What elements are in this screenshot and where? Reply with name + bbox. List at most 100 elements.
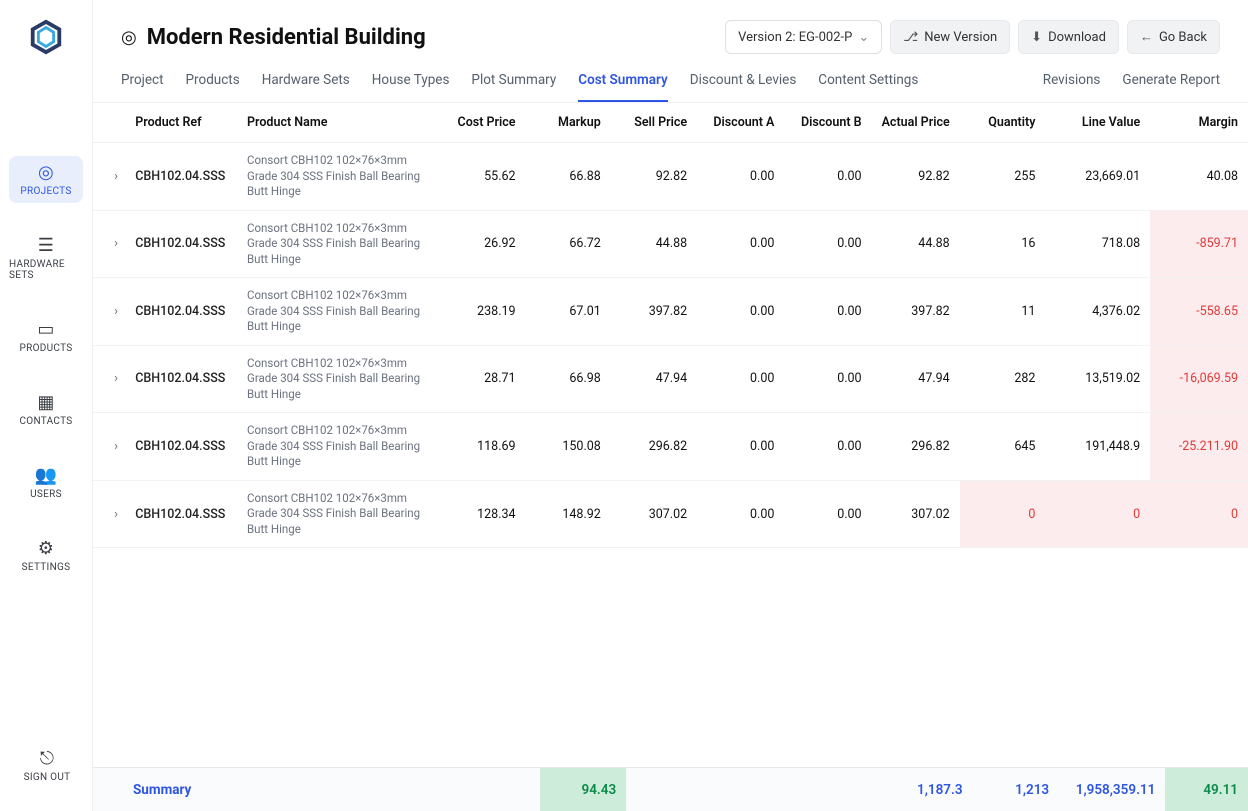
column-header[interactable]: Cost Price — [439, 103, 526, 143]
cell-sell-price: 47.94 — [611, 345, 697, 413]
cell-actual-price: 92.82 — [872, 143, 960, 211]
chevron-right-icon[interactable]: › — [114, 439, 118, 454]
tab-cost-summary[interactable]: Cost Summary — [578, 72, 667, 102]
column-header[interactable]: Product Ref — [125, 103, 237, 143]
column-header[interactable]: Quantity — [960, 103, 1046, 143]
chevron-down-icon: ⌄ — [858, 30, 869, 45]
sidebar-item-users[interactable]: 👥 USERS — [9, 459, 83, 506]
expand-cell: › — [93, 480, 125, 548]
cell-product-ref: CBH102.04.SSS — [125, 210, 237, 278]
cell-product-name: Consort CBH102 102×76×3mm Grade 304 SSS … — [237, 480, 439, 548]
revisions-link[interactable]: Revisions — [1043, 72, 1101, 102]
expand-cell: › — [93, 210, 125, 278]
cell-product-name: Consort CBH102 102×76×3mm Grade 304 SSS … — [237, 413, 439, 481]
branch-icon: ⎇ — [903, 30, 918, 45]
cell-product-ref: CBH102.04.SSS — [125, 143, 237, 211]
target-icon: ◎ — [121, 27, 137, 48]
main: ◎ Modern Residential Building Version 2:… — [93, 0, 1248, 811]
cell-quantity: 11 — [960, 278, 1046, 346]
sidebar-item-products[interactable]: ▭ PRODUCTS — [9, 313, 83, 360]
cell-actual-price: 296.82 — [872, 413, 960, 481]
button-label: New Version — [924, 30, 997, 45]
table-row: ›CBH102.04.SSSConsort CBH102 102×76×3mm … — [93, 480, 1248, 548]
column-header[interactable]: Sell Price — [611, 103, 697, 143]
column-header[interactable]: Product Name — [237, 103, 439, 143]
summary-label: Summary — [93, 768, 453, 811]
title-wrap: ◎ Modern Residential Building — [121, 25, 426, 50]
cell-cost-price: 26.92 — [439, 210, 526, 278]
cost-summary-table: Product RefProduct NameCost PriceMarkupS… — [93, 103, 1248, 548]
tab-products[interactable]: Products — [186, 72, 240, 102]
chevron-right-icon[interactable]: › — [114, 236, 118, 251]
cell-actual-price: 397.82 — [872, 278, 960, 346]
column-header[interactable]: Markup — [526, 103, 611, 143]
sidebar-item-hardware-sets[interactable]: ☰ HARDWARE SETS — [9, 229, 83, 287]
table-row: › CBH102.04.SSSConsort CBH102 102×76×3mm … — [93, 413, 1248, 481]
expand-cell: › — [93, 143, 125, 211]
sidebar-item-label: SETTINGS — [22, 562, 71, 573]
summary-margin: 49.11 — [1165, 768, 1248, 811]
tab-plot-summary[interactable]: Plot Summary — [471, 72, 556, 102]
tabs: Project Products Hardware Sets House Types P… — [121, 72, 918, 102]
tab-content-settings[interactable]: Content Settings — [818, 72, 918, 102]
cell-product-ref: CBH102.04.SSS — [125, 278, 237, 346]
sidebar: ◎ PROJECTS ☰ HARDWARE SETS ▭ PRODUCTS ▦ … — [0, 0, 93, 811]
column-header[interactable]: Margin — [1150, 103, 1248, 143]
cell-margin: -859.71 — [1150, 210, 1248, 278]
chevron-right-icon[interactable]: › — [114, 169, 118, 184]
column-header[interactable]: Line Value — [1045, 103, 1150, 143]
cell-discount-a: 0.00 — [697, 278, 784, 346]
arrow-left-icon: ← — [1140, 29, 1153, 45]
sidebar-item-contacts[interactable]: ▦ CONTACTS — [9, 386, 83, 433]
header-actions: Version 2: EG-002-P ⌄ ⎇ New Version ⬇ Do… — [725, 20, 1220, 54]
cell-cost-price: 238.19 — [439, 278, 526, 346]
tab-hardware-sets[interactable]: Hardware Sets — [262, 72, 350, 102]
cell-discount-b: 0.00 — [784, 143, 871, 211]
column-header[interactable]: Discount B — [784, 103, 871, 143]
sidebar-item-label: SIGN OUT — [24, 772, 71, 783]
column-header[interactable]: Actual Price — [872, 103, 960, 143]
cell-cost-price: 118.69 — [439, 413, 526, 481]
sidebar-item-projects[interactable]: ◎ PROJECTS — [9, 156, 83, 203]
column-header[interactable]: Discount A — [697, 103, 784, 143]
cell-line-value: 4,376.02 — [1045, 278, 1150, 346]
cell-product-ref: CBH102.04.SSS — [125, 413, 237, 481]
app-logo — [27, 18, 65, 56]
chevron-right-icon[interactable]: › — [114, 507, 118, 522]
cell-line-value: 191,448.9 — [1045, 413, 1150, 481]
version-select[interactable]: Version 2: EG-002-P ⌄ — [725, 20, 882, 54]
summary-discount-a — [713, 768, 800, 811]
sidebar-item-label: PRODUCTS — [20, 343, 73, 354]
tab-discount-levies[interactable]: Discount & Levies — [690, 72, 797, 102]
sidebar-item-signout[interactable]: ⎋ SIGN OUT — [10, 742, 84, 789]
column-header[interactable] — [93, 103, 125, 143]
target-icon: ◎ — [38, 164, 54, 182]
signout-icon: ⎋ — [40, 750, 55, 768]
tab-project[interactable]: Project — [121, 72, 164, 102]
generate-report-link[interactable]: Generate Report — [1122, 72, 1220, 102]
download-button[interactable]: ⬇ Download — [1018, 20, 1119, 54]
cell-discount-b: 0.00 — [784, 413, 871, 481]
summary-qty: 1,213 — [973, 768, 1060, 811]
summary-discount-b — [799, 768, 886, 811]
table-wrap: Product RefProduct NameCost PriceMarkupS… — [93, 103, 1248, 811]
go-back-button[interactable]: ← Go Back — [1127, 20, 1220, 54]
cell-markup: 67.01 — [526, 278, 611, 346]
cell-product-name: Consort CBH102 102×76×3mm Grade 304 SSS … — [237, 143, 439, 211]
cell-product-name: Consort CBH102 102×76×3mm Grade 304 SSS … — [237, 278, 439, 346]
new-version-button[interactable]: ⎇ New Version — [890, 20, 1010, 54]
cell-discount-a: 0.00 — [697, 210, 784, 278]
tab-house-types[interactable]: House Types — [372, 72, 450, 102]
topbar: ◎ Modern Residential Building Version 2:… — [93, 0, 1248, 54]
cell-discount-a: 0.00 — [697, 345, 784, 413]
cell-discount-b: 0.00 — [784, 278, 871, 346]
cell-discount-a: 0.00 — [697, 480, 784, 548]
cell-sell-price: 44.88 — [611, 210, 697, 278]
chevron-right-icon[interactable]: › — [114, 371, 118, 386]
cell-product-name: Consort CBH102 102×76×3mm Grade 304 SSS … — [237, 210, 439, 278]
chevron-right-icon[interactable]: › — [114, 304, 118, 319]
cell-product-name: Consort CBH102 102×76×3mm Grade 304 SSS … — [237, 345, 439, 413]
sidebar-item-settings[interactable]: ⚙ SETTINGS — [9, 532, 83, 579]
cell-markup: 150.08 — [526, 413, 611, 481]
cell-discount-b: 0.00 — [784, 480, 871, 548]
